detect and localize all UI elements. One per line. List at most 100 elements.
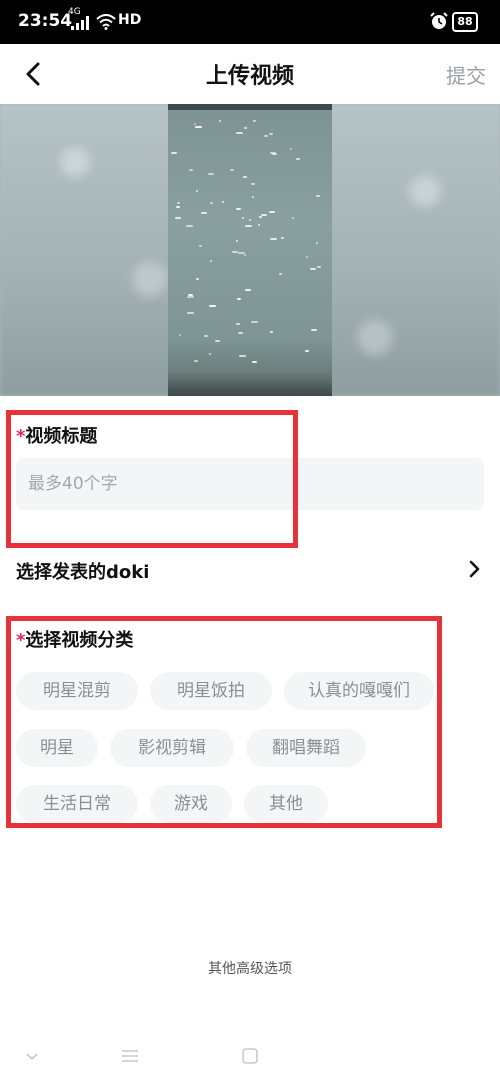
video-speck: [236, 208, 241, 210]
video-speck: [264, 135, 268, 137]
video-speck: [196, 278, 199, 280]
video-speck: [310, 268, 316, 270]
select-doki-label: 选择发表的doki: [16, 562, 150, 583]
video-speck: [258, 224, 260, 226]
required-mark: *: [16, 630, 26, 651]
video-speck: [236, 323, 240, 325]
video-speck: [317, 266, 321, 268]
video-speck: [252, 361, 257, 363]
video-speck: [245, 225, 252, 227]
video-speck: [249, 219, 251, 221]
select-doki-row[interactable]: 选择发表的doki: [0, 548, 500, 592]
video-speck: [316, 242, 318, 244]
video-speck: [244, 254, 246, 256]
hd-indicator: HD: [118, 12, 142, 28]
video-speck: [290, 148, 292, 150]
video-speck: [279, 273, 282, 275]
category-chip[interactable]: 认真的嘎嘎们: [284, 672, 434, 710]
video-speck: [305, 350, 309, 352]
video-speck: [177, 202, 180, 204]
video-speck: [238, 332, 243, 334]
video-speck: [292, 217, 294, 219]
menu-icon[interactable]: [118, 1044, 142, 1068]
video-speck: [281, 237, 284, 239]
video-title-label: *视频标题: [16, 422, 97, 448]
battery-icon: 88: [452, 12, 478, 32]
recent-apps-icon[interactable]: [238, 1044, 262, 1068]
category-chip[interactable]: 明星: [16, 729, 98, 767]
video-speck: [186, 225, 193, 227]
video-thumbnail: [168, 104, 332, 396]
category-chip[interactable]: 明星饭拍: [150, 672, 272, 710]
video-speck: [270, 331, 273, 333]
video-speck: [252, 196, 254, 198]
video-speck: [188, 294, 193, 296]
video-speck: [311, 329, 317, 331]
video-speck: [179, 334, 181, 336]
category-chip[interactable]: 影视剪辑: [110, 729, 234, 767]
video-speck: [251, 321, 258, 323]
video-speck: [204, 335, 208, 337]
video-speck: [210, 260, 212, 262]
back-nav-icon[interactable]: [20, 1044, 44, 1068]
required-mark: *: [16, 426, 26, 447]
video-speck: [243, 176, 247, 178]
video-speck: [316, 195, 320, 197]
video-speck: [244, 127, 247, 129]
video-speck: [209, 353, 211, 355]
video-speck: [195, 126, 202, 128]
video-speck: [237, 298, 241, 300]
video-title-label-text: 视频标题: [25, 426, 98, 447]
video-speck: [306, 256, 308, 258]
video-speck: [230, 169, 234, 171]
category-chip[interactable]: 游戏: [150, 785, 232, 823]
video-speck: [219, 120, 221, 122]
video-speck: [194, 123, 196, 125]
video-speck: [269, 211, 275, 213]
chevron-right-icon: [469, 560, 480, 578]
video-speck: [270, 238, 277, 240]
video-category-label-text: 选择视频分类: [25, 630, 134, 651]
video-speck: [261, 214, 267, 216]
top-app-bar: 上传视频 提交: [0, 44, 500, 104]
video-speck: [199, 245, 202, 247]
wifi-icon: [96, 14, 116, 30]
video-speck: [187, 312, 194, 314]
video-speck: [253, 120, 256, 122]
video-speck: [208, 173, 214, 175]
video-thumbnail-bottom-edge: [168, 372, 332, 396]
video-speck: [251, 183, 255, 185]
video-speck: [194, 360, 198, 362]
signal-icon: [71, 16, 89, 30]
video-speck: [176, 206, 180, 208]
category-chip[interactable]: 翻唱舞蹈: [246, 729, 366, 767]
video-speck: [239, 355, 246, 357]
video-speck: [171, 152, 177, 154]
video-speck: [236, 240, 238, 242]
video-speck: [222, 201, 224, 203]
alarm-icon: [430, 12, 448, 29]
status-bar: 23:54 4G HD 88: [0, 0, 500, 44]
video-speck: [238, 252, 245, 254]
advanced-options-link[interactable]: 其他高级选项: [0, 958, 500, 978]
category-chip[interactable]: 其他: [244, 785, 328, 823]
status-time: 23:54: [18, 11, 73, 31]
video-speck: [242, 217, 244, 219]
video-speck: [270, 152, 276, 154]
video-speck: [259, 216, 262, 218]
video-speck: [187, 296, 194, 298]
page-title: 上传视频: [205, 64, 294, 89]
category-chip[interactable]: 明星混剪: [16, 672, 138, 710]
video-speck: [296, 158, 300, 160]
video-speck: [245, 289, 251, 291]
video-title-input[interactable]: [16, 458, 484, 510]
video-speck: [236, 132, 243, 134]
video-preview[interactable]: [0, 104, 500, 396]
category-chip[interactable]: 生活日常: [16, 785, 138, 823]
video-speck: [189, 169, 193, 171]
video-speck: [201, 212, 207, 214]
submit-button[interactable]: 提交: [446, 60, 486, 89]
video-speck: [210, 202, 213, 204]
video-speck: [175, 217, 181, 219]
video-speck: [196, 190, 198, 192]
